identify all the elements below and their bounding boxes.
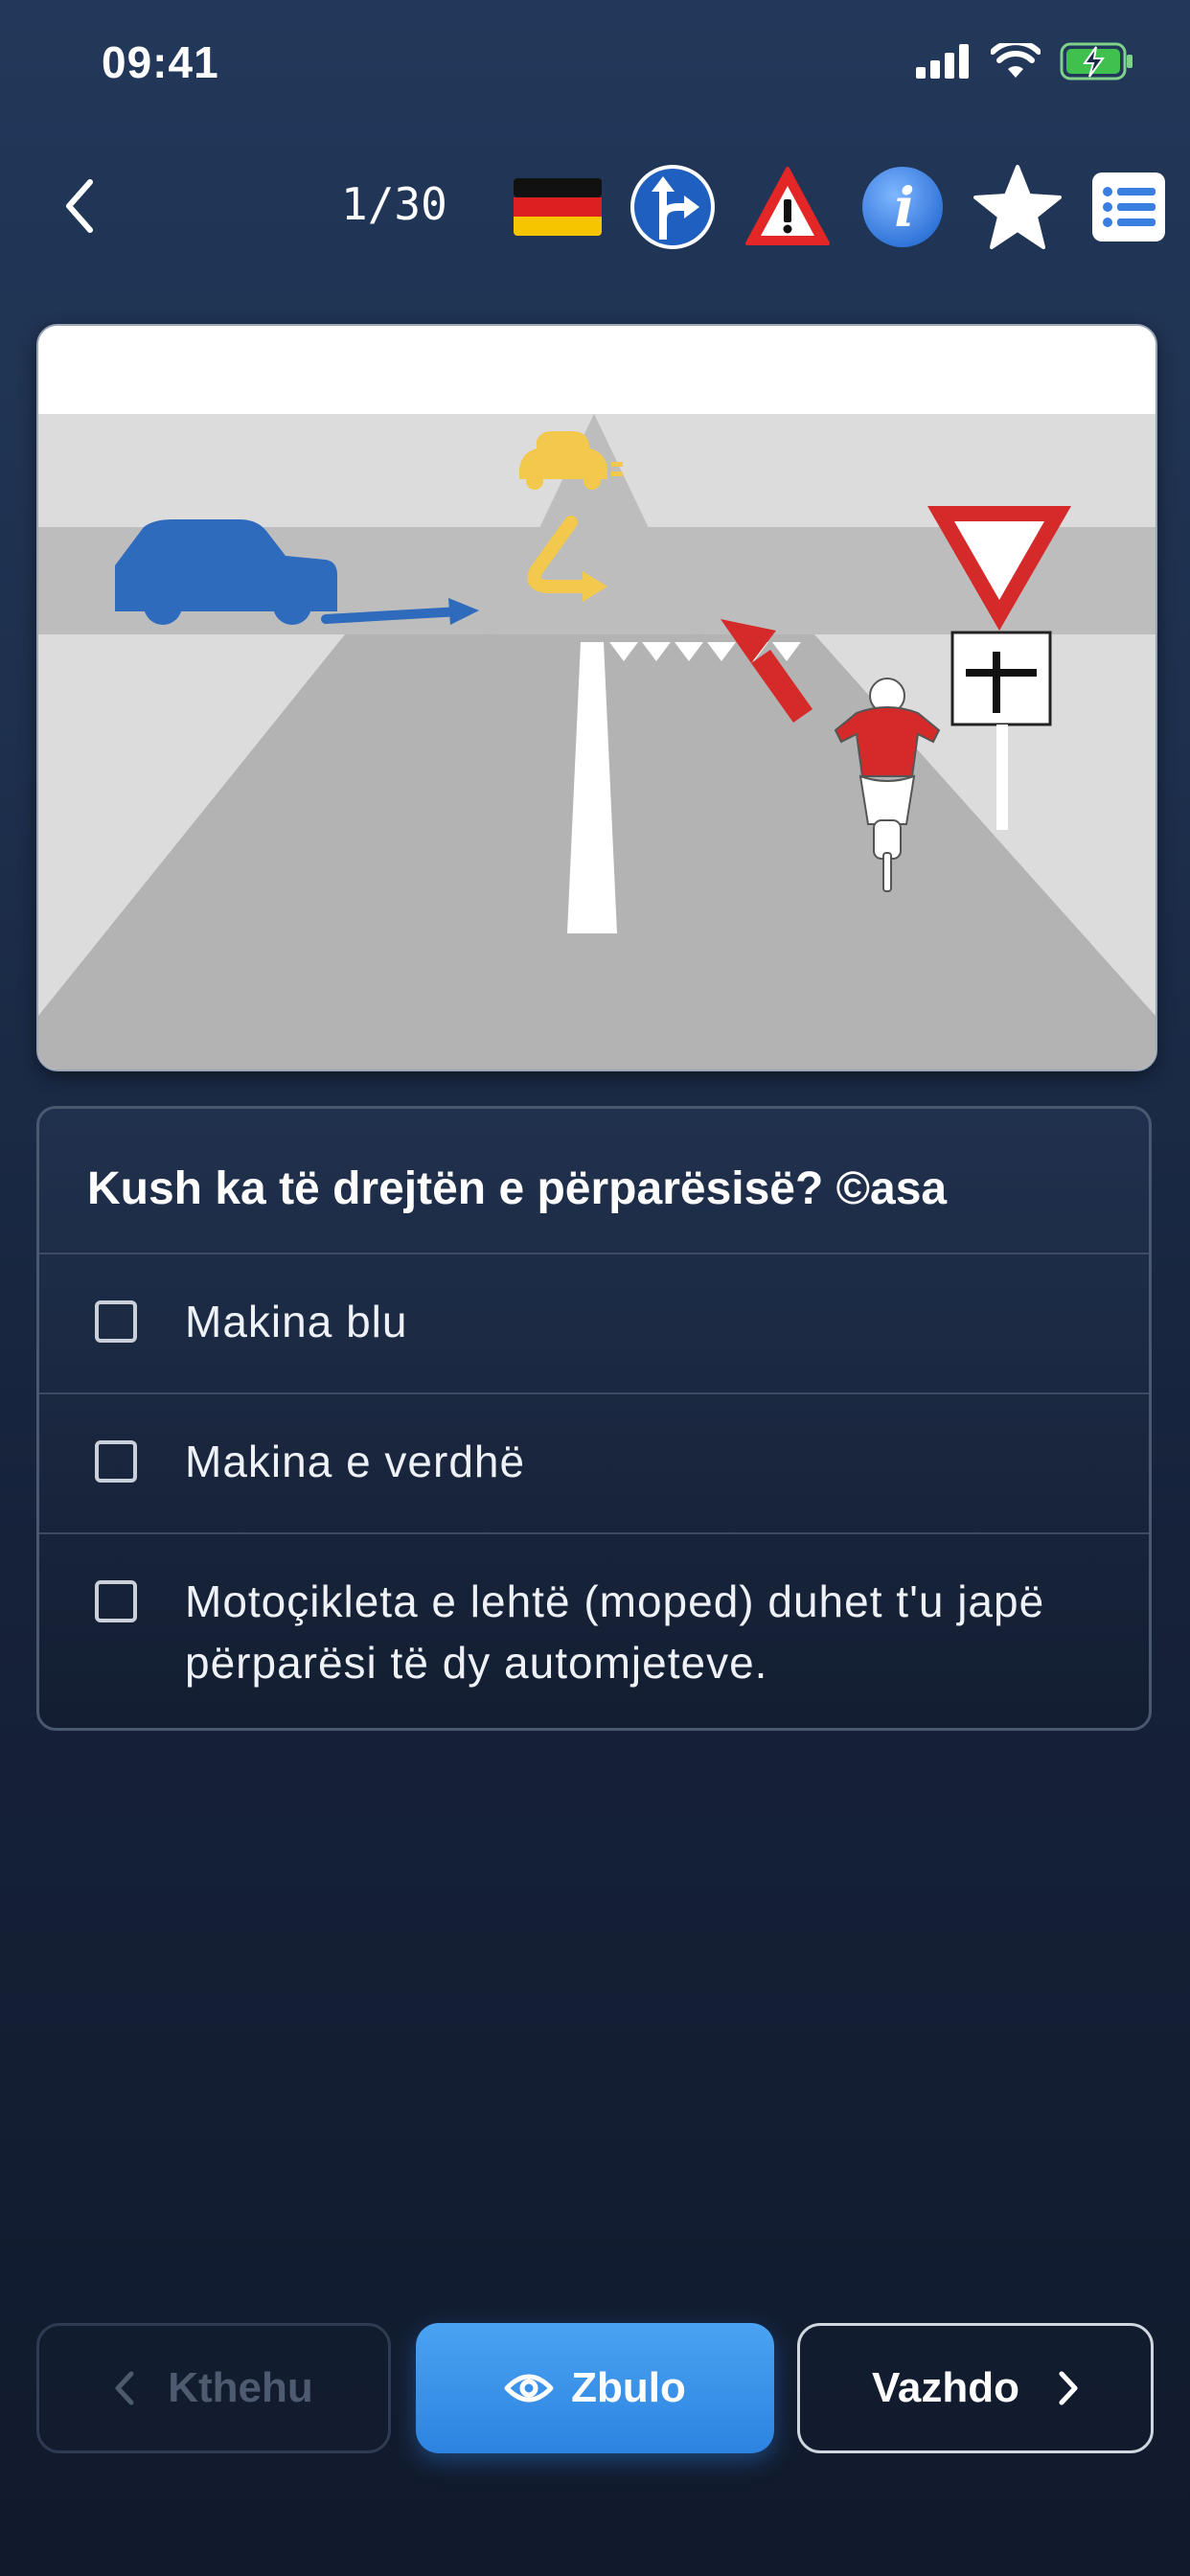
question-list-button[interactable] (1090, 163, 1179, 251)
direction-sign-button[interactable] (629, 163, 717, 251)
answer-checkbox[interactable] (95, 1300, 137, 1343)
chevron-left-icon (115, 2371, 134, 2405)
reveal-button-label: Zbulo (571, 2364, 686, 2411)
warning-sign-icon (745, 167, 830, 245)
status-time: 09:41 (102, 37, 219, 87)
reveal-button[interactable]: Zbulo (416, 2323, 774, 2453)
signal-icon (916, 44, 969, 79)
back-button[interactable] (56, 172, 103, 240)
traffic-scene-illustration (38, 326, 1156, 1070)
answer-checkbox[interactable] (95, 1440, 137, 1483)
answer-label: Motoçikleta e lehtë (moped) duhet t'u ja… (185, 1576, 1045, 1688)
eye-icon (504, 2374, 554, 2403)
status-icons (916, 42, 1134, 80)
question-image (36, 324, 1157, 1071)
answer-label: Makina e verdhë (185, 1437, 526, 1486)
question-counter: 1/30 (341, 178, 447, 230)
chevron-right-icon (1059, 2371, 1078, 2405)
question-title: Kush ka të drejtën e përparësisë? ©asa (87, 1163, 948, 1214)
next-button-label: Vazhdo (871, 2364, 1020, 2411)
battery-charging-icon (1060, 42, 1133, 80)
back-chevron-icon (66, 179, 93, 233)
direction-sign-icon (630, 165, 715, 249)
favorite-button[interactable] (973, 163, 1062, 251)
language-flag-button[interactable] (514, 163, 602, 251)
previous-button[interactable]: Kthehu (36, 2323, 391, 2453)
info-icon: i (862, 167, 943, 247)
star-icon (973, 165, 1062, 249)
question-card: Kush ka të drejtën e përparësisë? ©asa M… (36, 1106, 1152, 1731)
answer-option-2[interactable]: Makina e verdhë (39, 1394, 1149, 1532)
answer-option-3[interactable]: Motoçikleta e lehtë (moped) duhet t'u ja… (39, 1534, 1149, 1726)
next-button[interactable]: Vazhdo (797, 2323, 1154, 2453)
svg-text:i: i (894, 176, 914, 240)
info-button[interactable]: i (858, 163, 947, 251)
previous-button-label: Kthehu (168, 2364, 313, 2411)
answer-checkbox[interactable] (95, 1580, 137, 1622)
warning-sign-button[interactable] (744, 163, 832, 251)
answer-label: Makina blu (185, 1297, 408, 1346)
answer-option-1[interactable]: Makina blu (39, 1254, 1149, 1392)
wifi-icon (991, 43, 1041, 78)
list-icon (1092, 172, 1165, 242)
germany-flag-icon (514, 178, 602, 236)
